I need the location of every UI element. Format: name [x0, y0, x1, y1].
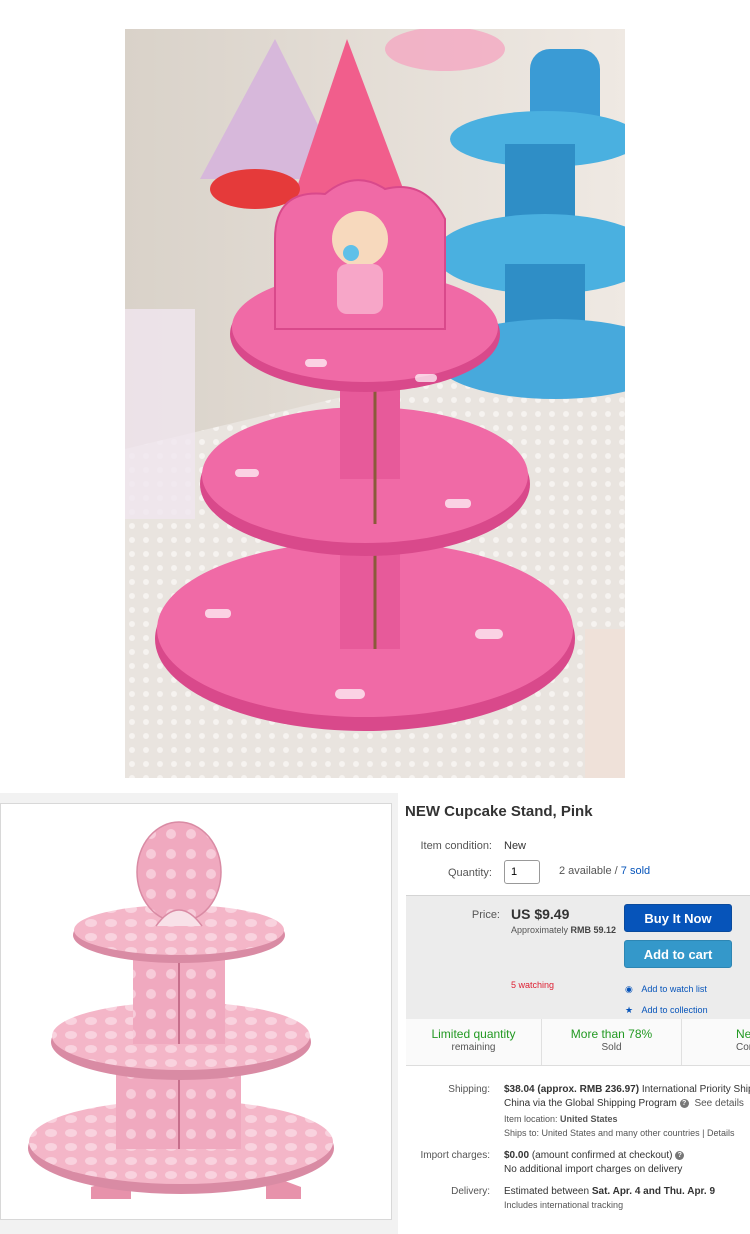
pink-stand-thumbnail	[28, 821, 334, 1199]
eye-icon: ◉	[625, 984, 633, 994]
watch-list-label: Add to watch list	[641, 984, 707, 994]
condition-value: New	[504, 840, 527, 852]
badge-title: New	[736, 1027, 750, 1041]
listing-title: NEW Cupcake Stand, Pink	[405, 803, 593, 820]
delivery-tracking: Includes international tracking	[504, 1200, 624, 1210]
shipping-method: International Priority Shipping	[641, 1084, 750, 1095]
watching-count: 5 watching	[511, 980, 555, 990]
badge-subtitle: remaining	[451, 1042, 496, 1053]
collection-label: Add to collection	[641, 1005, 708, 1015]
buy-it-now-button[interactable]: Buy It Now	[624, 904, 732, 932]
badge-condition: New Condition	[682, 1019, 750, 1065]
shipping-label: Shipping:	[448, 1084, 490, 1095]
shipping-line-1: $38.04 (approx. RMB 236.97) Internationa…	[504, 1084, 750, 1095]
add-to-cart-button[interactable]: Add to cart	[624, 940, 732, 968]
import-charges-note: (amount confirmed at checkout)	[531, 1150, 673, 1161]
delivery-label: Delivery:	[451, 1186, 490, 1197]
listing-section: NEW Cupcake Stand, Pink Item condition: …	[0, 793, 750, 1234]
delivery-estimate: Estimated between Sat. Apr. 4 and Thu. A…	[504, 1186, 715, 1197]
shipping-line-2: China via the Global Shipping Program ? …	[504, 1098, 744, 1109]
availability-text: 2 available / 7 sold	[559, 865, 650, 877]
approx-value: RMB 59.12	[570, 925, 617, 935]
import-charges-value: $0.00	[504, 1150, 530, 1161]
quantity-input[interactable]	[504, 860, 540, 884]
see-details-link[interactable]: See details	[694, 1098, 743, 1109]
condition-label: Item condition:	[420, 840, 492, 852]
badge-limited-quantity: Limited quantity remaining	[406, 1019, 542, 1065]
sold-link[interactable]: 7 sold	[621, 865, 650, 877]
import-charges-label: Import charges:	[420, 1150, 490, 1161]
badge-title: Limited quantity	[431, 1027, 516, 1041]
badge-percent-sold: More than 78% Sold	[542, 1019, 682, 1065]
delivery-text: Estimated between	[504, 1186, 590, 1197]
badge-subtitle: Sold	[601, 1042, 622, 1053]
signal-badges: Limited quantity remaining More than 78%…	[406, 1019, 750, 1066]
listing-info-panel: NEW Cupcake Stand, Pink Item condition: …	[398, 793, 750, 1234]
cupcake-stand-photo	[125, 29, 625, 778]
product-image-frame[interactable]	[0, 803, 392, 1220]
price-box: Price: US $9.49 Approximately RMB 59.12 …	[406, 895, 750, 1021]
delivery-dates: Sat. Apr. 4 and Thu. Apr. 9	[591, 1186, 716, 1197]
ships-to: Ships to: United States and many other c…	[504, 1128, 735, 1138]
quantity-label: Quantity:	[447, 867, 492, 879]
item-location-label: Item location:	[504, 1114, 558, 1124]
price-value: US $9.49	[511, 906, 570, 922]
product-photo	[125, 29, 625, 778]
shipping-price: $38.04 (approx. RMB 236.97)	[504, 1084, 640, 1095]
help-icon[interactable]: ?	[675, 1151, 685, 1160]
star-icon: ★	[625, 1005, 634, 1015]
import-charges-line-2: No additional import charges on delivery	[504, 1164, 683, 1175]
approx-price: Approximately RMB 59.12	[511, 925, 616, 935]
available-count: 2 available /	[559, 865, 618, 877]
collection-link[interactable]: ★ Add to collection	[625, 1000, 708, 1018]
help-icon[interactable]: ?	[679, 1099, 689, 1108]
watch-list-link[interactable]: ◉ Add to watch list	[625, 979, 707, 997]
approx-label: Approximately	[511, 925, 569, 935]
badge-title: More than 78%	[570, 1027, 653, 1041]
item-location-value: United States	[560, 1114, 618, 1124]
badge-subtitle: Condition	[736, 1042, 750, 1053]
shipping-program: China via the Global Shipping Program	[504, 1098, 677, 1109]
import-charges-line-1: $0.00 (amount confirmed at checkout) ?	[504, 1150, 685, 1161]
price-label: Price:	[471, 909, 500, 921]
item-location: Item location: United States	[504, 1114, 618, 1124]
